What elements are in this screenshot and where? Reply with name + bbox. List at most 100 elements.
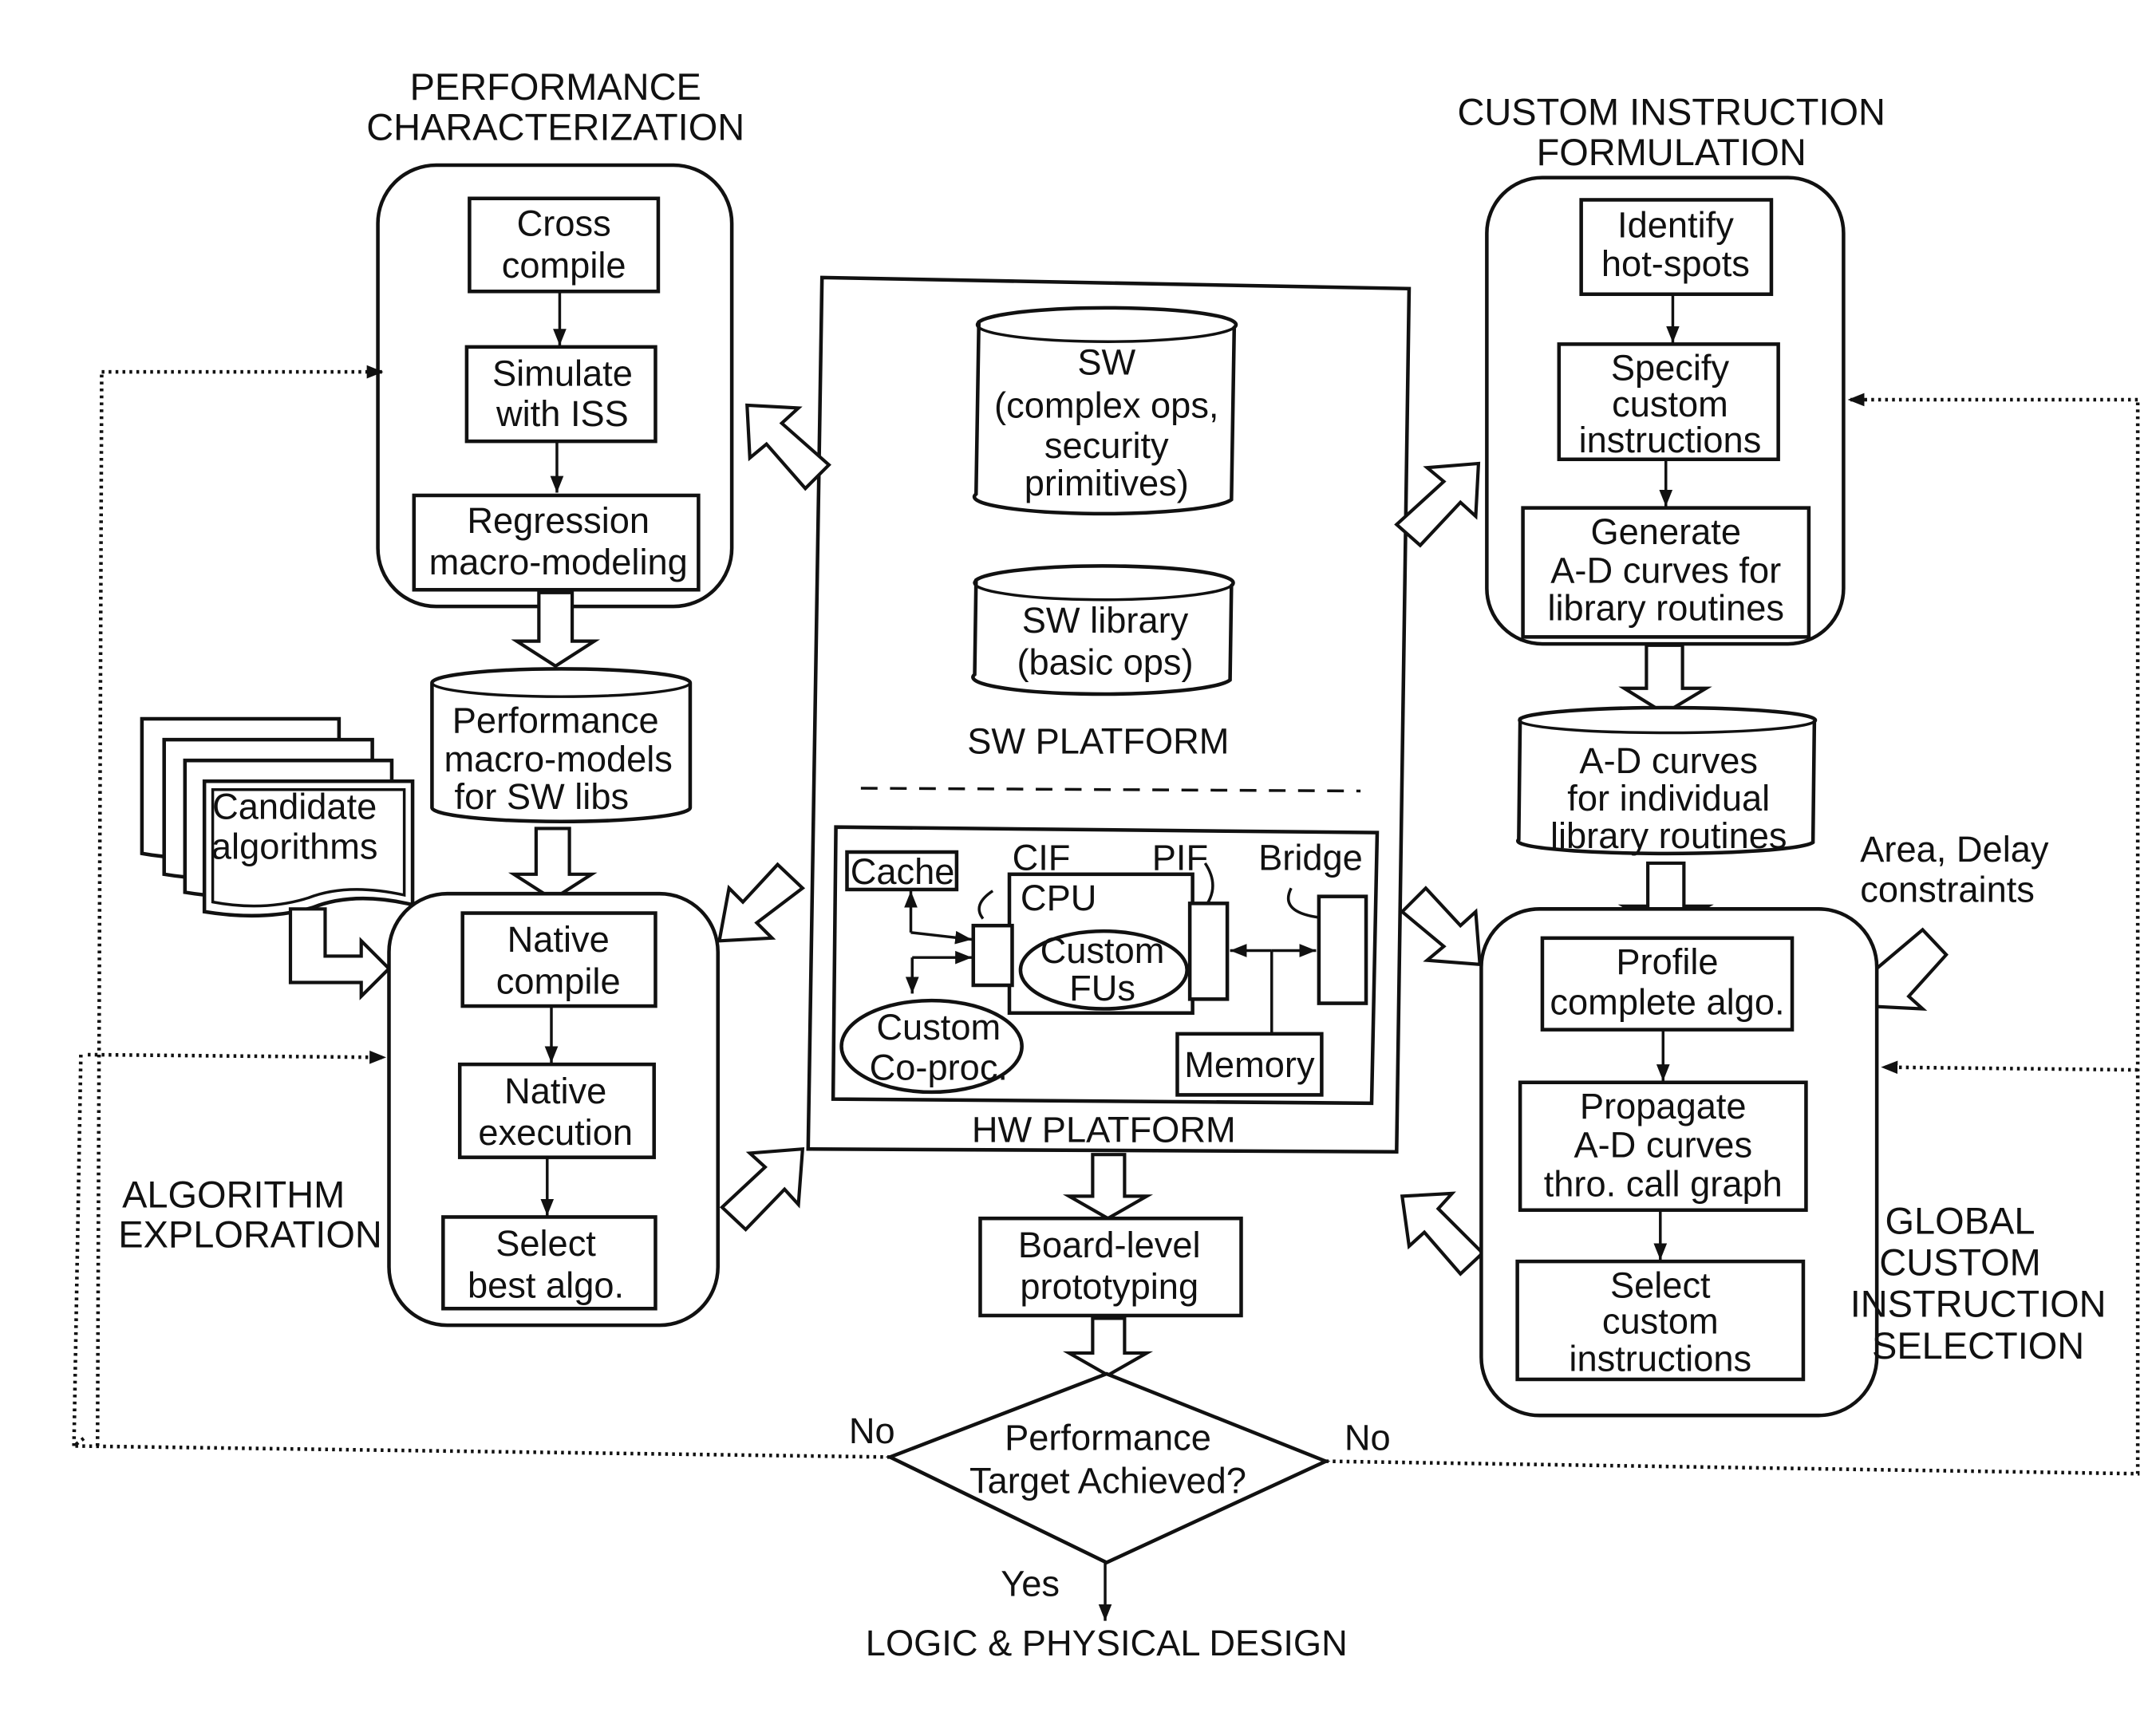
step-label: best algo. bbox=[468, 1265, 624, 1305]
decision-label: Performance bbox=[1005, 1418, 1211, 1458]
global-custom-instruction-selection-section: Profile complete algo. Propagate A-D cur… bbox=[1479, 907, 2107, 1418]
decision-performance-target[interactable]: Performance Target Achieved? bbox=[885, 1371, 1331, 1565]
step-label: instructions bbox=[1569, 1339, 1751, 1379]
feedback-line-left-vertical bbox=[72, 1054, 83, 1446]
coproc-label: Co-proc. bbox=[870, 1047, 1008, 1087]
database-label: (basic ops) bbox=[1017, 641, 1193, 682]
custom-fus-label: FUs bbox=[1069, 968, 1135, 1008]
step-simulate-with-iss[interactable]: Simulate with ISS bbox=[464, 345, 657, 444]
candidate-algorithms-label: Candidate bbox=[212, 786, 377, 827]
database-label: security bbox=[1044, 425, 1169, 466]
database-label: Performance bbox=[452, 700, 659, 740]
step-identify-hot-spots[interactable]: Identify hot-spots bbox=[1579, 198, 1774, 297]
design-flow-diagram: PERFORMANCE CHARACTERIZATION Cross compi… bbox=[69, 65, 2140, 1663]
hollow-arrow-to-ci-formulation bbox=[1394, 461, 1481, 548]
step-label: compile bbox=[496, 961, 621, 1001]
step-label: A-D curves bbox=[1574, 1125, 1752, 1166]
step-label: library routines bbox=[1547, 588, 1784, 629]
section-title-line: CUSTOM INSTRUCTION bbox=[1457, 91, 1885, 133]
step-profile-complete-algo[interactable]: Profile complete algo. bbox=[1540, 936, 1795, 1032]
decision-label: Target Achieved? bbox=[969, 1461, 1246, 1501]
step-label: custom bbox=[1602, 1301, 1719, 1342]
step-label: Specify bbox=[1611, 348, 1730, 389]
hw-bridge[interactable] bbox=[1317, 894, 1368, 1005]
hollow-arrow-down bbox=[1618, 643, 1712, 716]
step-native-compile[interactable]: Native compile bbox=[460, 911, 657, 1008]
step-select-custom-instructions[interactable]: Select custom instructions bbox=[1515, 1259, 1806, 1382]
database-label: SW library bbox=[1022, 600, 1189, 641]
step-label: Generate bbox=[1590, 511, 1741, 552]
hollow-arrow-down bbox=[507, 827, 598, 902]
hollow-arrow-down bbox=[1062, 1153, 1154, 1221]
constraints-label: constraints bbox=[1860, 870, 2035, 910]
hollow-arrow-down bbox=[1062, 1316, 1154, 1378]
step-label: complete algo. bbox=[1550, 982, 1784, 1023]
step-label: thro. call graph bbox=[1544, 1163, 1783, 1204]
hw-cif-port bbox=[971, 923, 1014, 988]
database-sw-complex-ops[interactable]: SW (complex ops, security primitives) bbox=[972, 306, 1238, 516]
database-label: for SW libs bbox=[455, 776, 630, 817]
step-label: custom bbox=[1612, 384, 1728, 424]
section-title-line: INSTRUCTION bbox=[1850, 1283, 2107, 1325]
step-board-level-prototyping[interactable]: Board-level prototyping bbox=[978, 1216, 1243, 1318]
step-label: Cross bbox=[517, 203, 611, 244]
step-label: Profile bbox=[1616, 941, 1718, 982]
database-performance-macro-models[interactable]: Performance macro-models for SW libs bbox=[430, 667, 693, 823]
step-propagate-ad-curves[interactable]: Propagate A-D curves thro. call graph bbox=[1518, 1080, 1808, 1213]
feedback-arrow-to-algo bbox=[88, 1050, 387, 1064]
hollow-arrow-from-platform-to-algo bbox=[717, 862, 806, 943]
step-cross-compile[interactable]: Cross compile bbox=[468, 196, 661, 294]
hw-cache-label: Cache bbox=[851, 851, 955, 892]
step-label: with ISS bbox=[496, 393, 629, 434]
hw-platform-label: HW PLATFORM bbox=[972, 1110, 1236, 1150]
step-label: Simulate bbox=[492, 353, 633, 394]
database-sw-library[interactable]: SW library (basic ops) bbox=[971, 564, 1235, 696]
pif-label: PIF bbox=[1152, 838, 1208, 878]
step-select-best-algo[interactable]: Select best algo. bbox=[441, 1215, 657, 1311]
database-label: macro-models bbox=[444, 739, 672, 779]
step-label: Regression bbox=[467, 500, 650, 541]
candidate-algorithms-document-stack[interactable]: Candidate algorithms bbox=[140, 716, 415, 918]
step-label: execution bbox=[478, 1112, 633, 1153]
step-label: hot-spots bbox=[1601, 243, 1750, 284]
yes-label: Yes bbox=[1001, 1563, 1060, 1604]
step-generate-ad-curves[interactable]: Generate A-D curves for library routines bbox=[1521, 506, 1811, 639]
platform-section: SW (complex ops, security primitives) SW… bbox=[806, 275, 1412, 1154]
step-label: macro-modeling bbox=[429, 542, 688, 582]
hw-custom-coproc[interactable]: Custom Co-proc. bbox=[839, 998, 1024, 1095]
hw-custom-fus[interactable]: Custom FUs bbox=[1018, 929, 1189, 1011]
hollow-arrow-right bbox=[288, 907, 392, 1000]
feedback-arrow-to-global bbox=[1881, 1060, 2138, 1075]
sw-platform-label: SW PLATFORM bbox=[967, 720, 1229, 761]
section-title-line: CUSTOM bbox=[1879, 1241, 2041, 1284]
hollow-arrow-algo-to-platform bbox=[719, 1146, 805, 1233]
hw-cache[interactable]: Cache bbox=[845, 850, 959, 892]
no-label-right: No bbox=[1345, 1418, 1391, 1458]
section-title-line: PERFORMANCE bbox=[410, 65, 701, 108]
step-specify-custom-instructions[interactable]: Specify custom instructions bbox=[1557, 342, 1780, 462]
step-label: Native bbox=[504, 1071, 606, 1111]
step-label: Select bbox=[1610, 1265, 1711, 1305]
no-label-left: No bbox=[849, 1410, 895, 1451]
step-label: Native bbox=[507, 919, 610, 960]
step-label: Propagate bbox=[1580, 1086, 1747, 1126]
step-native-execution[interactable]: Native execution bbox=[457, 1062, 656, 1159]
hollow-arrow-platform-to-global bbox=[1400, 886, 1482, 967]
feedback-line-left-bottom bbox=[69, 1434, 890, 1459]
section-title-line: ALGORITHM bbox=[122, 1173, 345, 1215]
hollow-arrow-to-perf-char bbox=[745, 403, 831, 491]
step-label: prototyping bbox=[1020, 1266, 1198, 1307]
final-step-label: LOGIC & PHYSICAL DESIGN bbox=[866, 1623, 1348, 1663]
hw-memory[interactable]: Memory bbox=[1175, 1032, 1324, 1097]
database-label: A-D curves bbox=[1579, 740, 1758, 781]
database-label: SW bbox=[1077, 342, 1135, 383]
hollow-arrow-global-to-platform bbox=[1400, 1191, 1486, 1276]
hw-memory-label: Memory bbox=[1184, 1044, 1315, 1085]
feedback-line-left-upper bbox=[95, 372, 104, 1446]
step-label: Board-level bbox=[1018, 1225, 1201, 1265]
step-regression-macro-modeling[interactable]: Regression macro-modeling bbox=[412, 493, 701, 592]
database-ad-curves[interactable]: A-D curves for individual library routin… bbox=[1515, 705, 1818, 856]
section-title-line: GLOBAL bbox=[1885, 1199, 2036, 1241]
performance-characterization-section: PERFORMANCE CHARACTERIZATION Cross compi… bbox=[366, 65, 744, 609]
hw-pif-port bbox=[1187, 902, 1230, 1001]
